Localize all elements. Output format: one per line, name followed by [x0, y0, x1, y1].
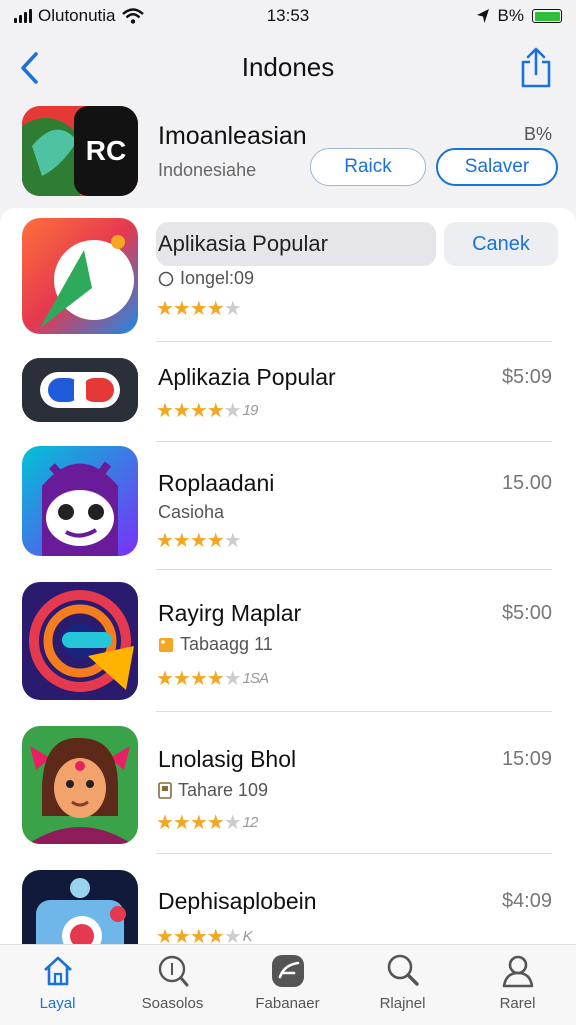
featured-app-subtitle: Indonesiahe: [158, 160, 257, 180]
app-subtitle: Casioha: [158, 502, 225, 522]
circle-icon: [158, 271, 174, 286]
app-list: Aplikasia Popular Canek Iongel:09 ★★★★ ★ …: [0, 208, 576, 944]
list-item[interactable]: Aplikazia Popular $5:09 ★★★★ ★ 19: [0, 342, 576, 442]
app-title: Dephisaplobein: [158, 888, 317, 914]
half-star-icon: ★: [223, 400, 242, 422]
featured-app-icon-text: RC: [86, 135, 126, 166]
search-input[interactable]: Aplikasia Popular: [156, 222, 436, 266]
list-item[interactable]: Rayirg Maplar $5:00 Tabaagg 11 ★★★★ ★ 1SA: [0, 570, 576, 712]
tab-rarel[interactable]: Rarel: [460, 953, 575, 1012]
paper-plane-app-icon: [22, 218, 138, 334]
home-icon: [43, 956, 72, 986]
search-icon: [387, 954, 419, 986]
stars-icon: ★★★★: [156, 400, 225, 422]
target-app-icon: [22, 582, 138, 700]
rating-count: 19: [242, 402, 259, 419]
featured-app-name: Imoanleasian: [158, 122, 307, 150]
star-rating: ★★★★ ★ 1SA: [156, 666, 269, 691]
star-rating: ★★★★ ★ 19: [156, 398, 259, 423]
tab-fabanaer[interactable]: Fabanaer: [230, 953, 345, 1012]
raick-button[interactable]: Raick: [310, 148, 426, 186]
featured-app: RC Imoanleasian Indonesiahe B% Raick Sal…: [0, 104, 576, 204]
cancel-button[interactable]: Canek: [444, 222, 558, 266]
half-star-icon: ★: [223, 298, 242, 320]
rating-count: 12: [242, 814, 259, 831]
app-title: Aplikazia Popular: [158, 364, 336, 390]
app-title: Lnolasig Bhol: [158, 746, 297, 772]
list-item[interactable]: Dephisaplobein $4:09 ★★★★ ★ K: [0, 854, 576, 944]
share-icon[interactable]: [516, 46, 556, 90]
location-arrow-icon: [476, 9, 489, 23]
star-rating: ★★★★ ★ 12: [156, 810, 259, 835]
featured-app-percent: B%: [523, 124, 552, 144]
search-input-text: Aplikasia Popular: [158, 231, 328, 256]
tab-soasolos[interactable]: Soasolos: [115, 953, 230, 1012]
stars-icon: ★★★★: [156, 812, 225, 834]
app-title: Rayirg Maplar: [158, 600, 302, 626]
app-subtitle-text: Tahare 109: [178, 780, 269, 800]
app-subtitle: Tabaagg 11: [158, 634, 273, 655]
page-title: Indones: [241, 52, 335, 82]
list-item[interactable]: Roplaadani 15.00 Casioha ★★★★ ★: [0, 442, 576, 570]
app-title: Roplaadani: [158, 470, 275, 496]
status-bar: Olutonutia 13:53 B%: [0, 0, 576, 34]
tab-rlajnel[interactable]: Rlajnel: [345, 953, 460, 1012]
person-icon: [502, 955, 533, 988]
tab-bar: Layal Soasolos Fabanaer Rlajnel Rarel: [0, 944, 576, 1025]
apps-icon: [271, 955, 304, 987]
stars-icon: ★★★★: [156, 530, 225, 552]
battery-icon: [532, 9, 562, 23]
tab-label: Rlajnel: [379, 995, 426, 1012]
tab-label: Soasolos: [141, 995, 204, 1012]
list-item[interactable]: Aplikasia Popular Canek Iongel:09 ★★★★ ★: [0, 208, 576, 342]
robot-app-icon: [22, 870, 138, 944]
nav-bar: Indones: [0, 40, 576, 98]
app-price[interactable]: $5:00: [502, 602, 552, 625]
half-star-icon: ★: [223, 668, 242, 690]
status-right: B%: [476, 6, 562, 26]
half-star-icon: ★: [223, 812, 242, 834]
app-price[interactable]: 15:09: [502, 748, 552, 771]
character-app-icon: [22, 726, 138, 844]
app-subtitle: Iongel:09: [158, 268, 254, 289]
tab-label: Layal: [39, 995, 76, 1012]
stars-icon: ★★★★: [156, 668, 225, 690]
battery-percent: B%: [497, 6, 524, 25]
half-star-icon: ★: [223, 530, 242, 552]
app-subtitle-text: Iongel:09: [180, 268, 255, 288]
list-item[interactable]: Lnolasig Bhol 15:09 Tahare 109 ★★★★ ★ 12: [0, 712, 576, 854]
rating-count: K: [242, 928, 253, 944]
app-price[interactable]: $5:09: [502, 366, 552, 389]
search-icon: [158, 955, 188, 987]
tab-label: Fabanaer: [255, 995, 320, 1012]
app-subtitle-text: Tabaagg 11: [180, 634, 273, 654]
tag-icon: [159, 637, 173, 652]
stars-icon: ★★★★: [156, 298, 225, 320]
app-subtitle: Tahare 109: [158, 780, 268, 801]
app-price[interactable]: 15.00: [502, 472, 552, 495]
salaver-button[interactable]: Salaver: [436, 148, 558, 186]
half-star-icon: ★: [223, 926, 242, 944]
star-rating: ★★★★ ★ K: [156, 924, 253, 944]
monster-app-icon: [22, 446, 138, 556]
tab-label: Rarel: [499, 995, 536, 1012]
star-rating: ★★★★ ★: [156, 296, 242, 321]
stars-icon: ★★★★: [156, 926, 225, 944]
tab-layal[interactable]: Layal: [0, 953, 115, 1012]
featured-app-icon: RC: [22, 106, 138, 196]
app-price[interactable]: $4:09: [502, 890, 552, 913]
star-rating: ★★★★ ★: [156, 528, 242, 553]
rating-count: 1SA: [242, 670, 269, 687]
toggle-app-icon: [22, 358, 138, 422]
doc-icon: [158, 782, 172, 799]
